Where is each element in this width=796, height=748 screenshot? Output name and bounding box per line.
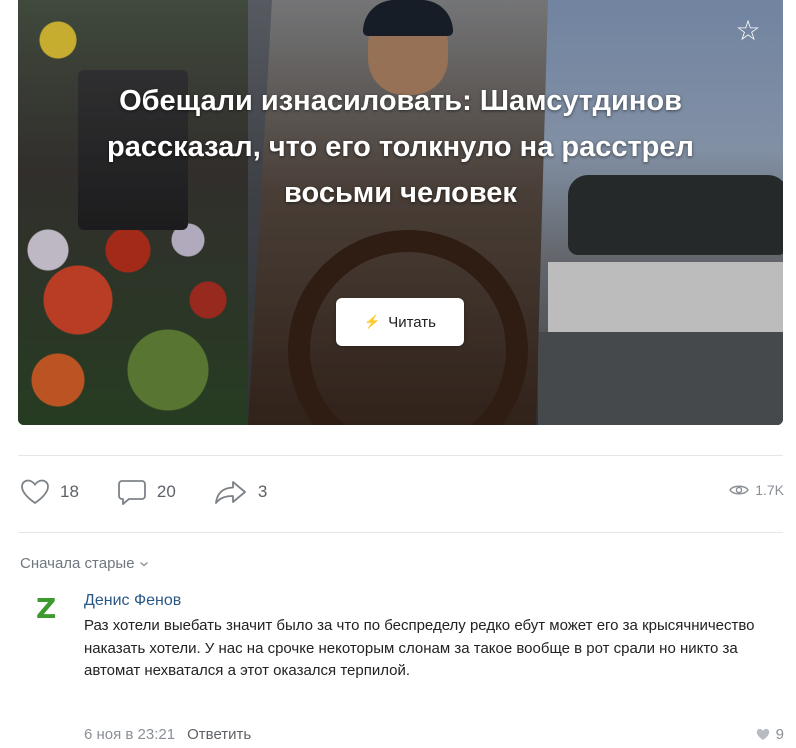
read-button[interactable]: ⚡ Читать [336,298,464,346]
divider [18,532,783,533]
avatar[interactable]: Z [36,594,60,624]
chevron-down-icon [139,561,148,566]
comment-author[interactable]: Денис Фенов [84,590,784,612]
comment-like-count: 9 [775,726,784,743]
share-button[interactable]: 3 [214,478,267,506]
views-count: 1.7K [755,482,784,498]
headline-line: восьми человек [284,177,517,209]
divider [18,455,783,456]
post-actions: 18 20 3 1.7K [20,476,784,508]
post-card[interactable]: Обещали изнасиловать: Шамсутдинов расска… [18,0,783,425]
comment-count: 20 [156,482,176,501]
post-headline[interactable]: Обещали изнасиловать: Шамсутдинов расска… [18,78,783,216]
comment-icon [118,480,146,505]
share-icon [214,481,246,504]
comment-date[interactable]: 6 ноя в 23:21 [84,726,175,743]
like-button[interactable]: 18 [20,478,79,506]
comment-button[interactable]: 20 [117,478,176,506]
like-count: 18 [60,482,79,501]
comments-sort-dropdown[interactable]: Сначала старые [20,555,149,572]
heart-icon [756,728,769,740]
share-count: 3 [257,482,268,501]
comment-text: Раз хотели выебать значит было за что по… [84,617,755,679]
reply-button[interactable]: Ответить [187,726,251,743]
headline-line: Обещали изнасиловать: Шамсутдинов [119,85,682,117]
eye-icon [729,485,750,495]
star-icon[interactable]: ☆ [733,16,763,46]
lightning-icon: ⚡ [364,314,381,329]
sort-label: Сначала старые [20,555,135,572]
heart-icon [21,479,49,505]
comment-like-button[interactable]: 9 [756,726,784,743]
read-button-label: Читать [388,313,436,331]
views-counter: 1.7K [729,482,784,498]
headline-line: рассказал, что его толкнуло на расстрел [107,131,694,163]
